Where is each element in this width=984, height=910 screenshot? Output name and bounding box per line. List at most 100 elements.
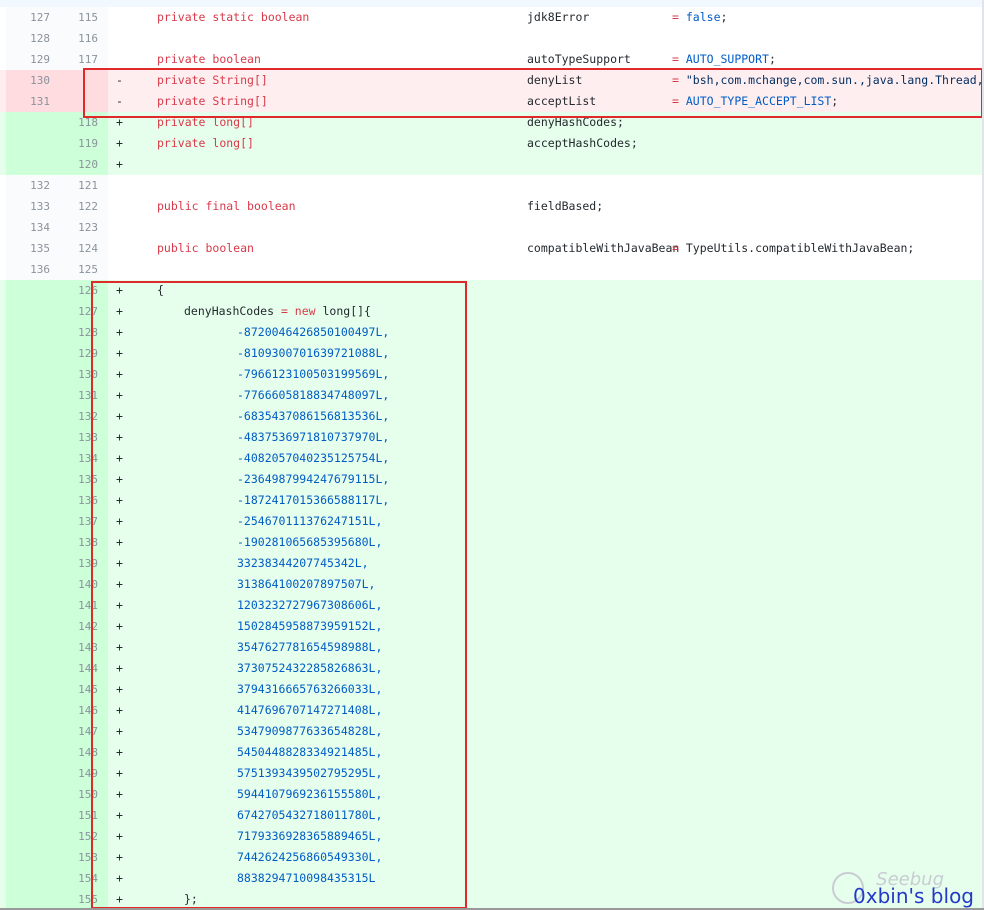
old-line-number: 135 — [6, 238, 58, 259]
diff-sign: + — [116, 346, 123, 360]
new-line-number: 134 — [58, 448, 108, 469]
hash-value: -4082057040235125754L, — [237, 451, 390, 465]
new-line-number: 145 — [58, 679, 108, 700]
old-line-number — [6, 385, 58, 406]
diff-line: 148 +5450448828334921485L, — [0, 742, 984, 763]
hash-value: -8109300701639721088L, — [237, 346, 390, 360]
new-line-number: 115 — [58, 7, 108, 28]
new-line-number: 148 — [58, 742, 108, 763]
new-line-number: 155 — [58, 889, 108, 910]
field-name: jdk8Error — [527, 10, 590, 24]
code-declaration: private String[] — [157, 94, 268, 108]
old-line-number — [6, 826, 58, 847]
code-declaration: public final boolean — [157, 199, 296, 213]
diff-line: 120 + — [0, 154, 984, 175]
new-line-number: 122 — [58, 196, 108, 217]
old-line-number — [6, 133, 58, 154]
old-line-number: 134 — [6, 217, 58, 238]
old-line-number — [6, 574, 58, 595]
diff-sign: + — [116, 283, 123, 297]
hash-value: 5450448828334921485L, — [237, 745, 383, 759]
field-name: compatibleWithJavaBean — [527, 241, 680, 255]
diff-line: 128 116 — [0, 28, 984, 49]
old-line-number — [6, 280, 58, 301]
old-line-number — [6, 637, 58, 658]
diff-line: 141 +1203232727967308606L, — [0, 595, 984, 616]
field-name: autoTypeSupport — [527, 52, 631, 66]
new-line-number: 123 — [58, 217, 108, 238]
hash-value: 7179336928365889465L, — [237, 829, 383, 843]
diff-sign: + — [116, 892, 123, 906]
old-line-number — [6, 700, 58, 721]
hash-value: 33238344207745342L, — [237, 556, 369, 570]
hash-value: -7966123100503199569L, — [237, 367, 390, 381]
new-line-number: 153 — [58, 847, 108, 868]
diff-line: 126 + { — [0, 280, 984, 301]
diff-line: 144 +3730752432285826863L, — [0, 658, 984, 679]
new-line-number: 147 — [58, 721, 108, 742]
diff-sign: + — [116, 430, 123, 444]
diff-sign: + — [116, 850, 123, 864]
diff-sign: + — [116, 598, 123, 612]
old-line-number — [6, 721, 58, 742]
diff-line: 118 + private long[] denyHashCodes; — [0, 112, 984, 133]
field-initializer: = false; — [672, 10, 728, 24]
new-line-number: 128 — [58, 322, 108, 343]
old-line-number — [6, 616, 58, 637]
diff-sign: + — [116, 829, 123, 843]
new-line-number: 129 — [58, 343, 108, 364]
old-line-number — [6, 448, 58, 469]
diff-line: 131 + -7766605818834748097L, — [0, 385, 984, 406]
diff-line: 129 + -8109300701639721088L, — [0, 343, 984, 364]
diff-line: 147 +5347909877633654828L, — [0, 721, 984, 742]
hash-value: 5944107969236155580L, — [237, 787, 383, 801]
diff-sign: + — [116, 136, 123, 150]
diff-sign: + — [116, 766, 123, 780]
diff-line: 149 +5751393439502795295L, — [0, 763, 984, 784]
diff-line: 140 +313864100207897507L, — [0, 574, 984, 595]
hash-value: -1872417015366588117L, — [237, 493, 390, 507]
diff-view: 127 115 private static boolean jdk8Error = f… — [0, 0, 984, 910]
diff-sign: + — [116, 556, 123, 570]
hash-value: 5751393439502795295L, — [237, 766, 383, 780]
diff-sign: + — [116, 535, 123, 549]
old-line-number — [6, 553, 58, 574]
diff-line: 136 125 — [0, 259, 984, 280]
new-line-number: 146 — [58, 700, 108, 721]
new-line-number — [58, 91, 108, 112]
new-line-number: 138 — [58, 532, 108, 553]
diff-sign: + — [116, 514, 123, 528]
code-declaration: private static boolean — [157, 10, 310, 24]
new-line-number: 124 — [58, 238, 108, 259]
field-name: fieldBased; — [527, 199, 604, 213]
new-line-number: 133 — [58, 427, 108, 448]
hash-value: 313864100207897507L, — [237, 577, 376, 591]
new-line-number: 143 — [58, 637, 108, 658]
new-line-number: 149 — [58, 763, 108, 784]
diff-sign: + — [116, 577, 123, 591]
new-line-number — [58, 70, 108, 91]
diff-line: 153 +7442624256860549330L, — [0, 847, 984, 868]
diff-line: 131 - private String[] acceptList = AUTO_TYP… — [0, 91, 984, 112]
old-line-number: 136 — [6, 259, 58, 280]
diff-sign: + — [116, 808, 123, 822]
diff-line: 137 + -254670111376247151L, — [0, 511, 984, 532]
diff-sign: + — [116, 115, 123, 129]
diff-sign: + — [116, 157, 123, 171]
new-line-number: 136 — [58, 490, 108, 511]
old-line-number — [6, 742, 58, 763]
diff-rows: 127 115 private static boolean jdk8Error = f… — [0, 7, 984, 910]
diff-line: 151 +6742705432718011780L, — [0, 805, 984, 826]
block-open: { — [157, 283, 164, 297]
diff-sign: + — [116, 304, 123, 318]
hash-value: 4147696707147271408L, — [237, 703, 383, 717]
diff-line: 142 +1502845958873959152L, — [0, 616, 984, 637]
new-line-number: 117 — [58, 49, 108, 70]
old-line-number — [6, 112, 58, 133]
code-declaration: private String[] — [157, 73, 268, 87]
hash-value: 3794316665763266033L, — [237, 682, 383, 696]
old-line-number — [6, 322, 58, 343]
field-initializer: = TypeUtils.compatibleWithJavaBean; — [672, 241, 915, 255]
old-line-number: 129 — [6, 49, 58, 70]
diff-sign: + — [116, 724, 123, 738]
